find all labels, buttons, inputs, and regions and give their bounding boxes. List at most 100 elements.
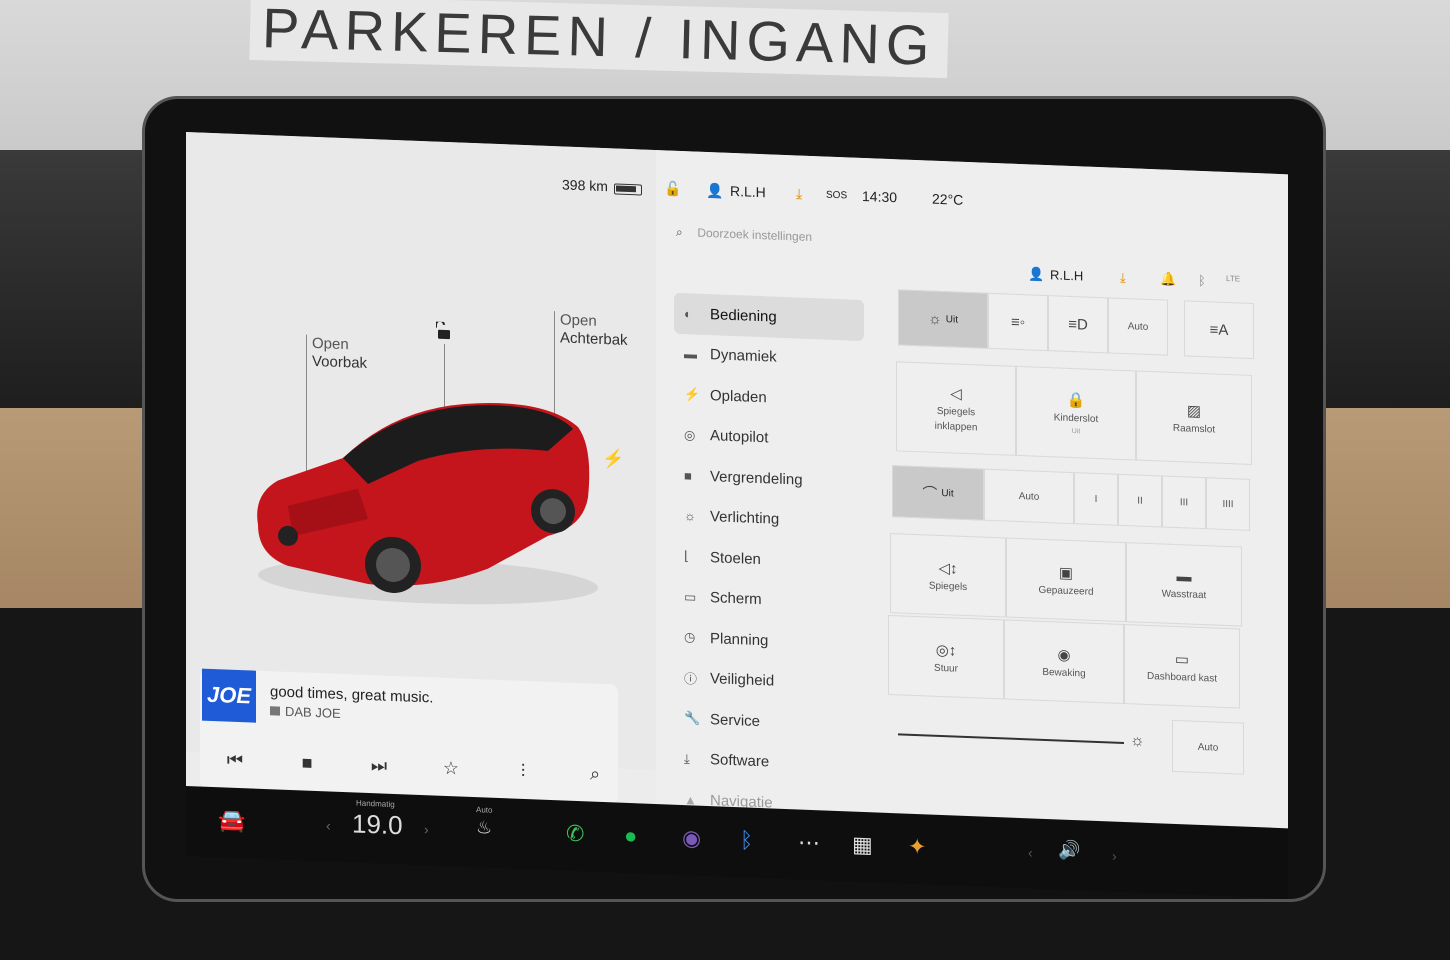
more-apps-icon[interactable]: ⋯ [798,830,820,857]
download-icon[interactable]: ⤓ [1120,270,1126,286]
menu-label: Planning [710,629,769,650]
lte-label: LTE [1226,273,1241,284]
parking-lights-button[interactable]: ≡◦ [988,292,1048,352]
wipers-level-1-button[interactable]: I [1074,472,1118,526]
status-bar: 🔓 👤 R.L.H ⤓ SOS 14:30 22°C [656,180,1288,228]
temp-down-icon[interactable]: ‹ [326,817,331,833]
low-beam-button[interactable]: ≡D [1048,295,1108,354]
unlock-icon[interactable] [436,321,452,341]
auto-high-beam-button[interactable]: ≡A [1184,300,1254,360]
brightness-auto-label: Auto [1197,741,1219,754]
glovebox-icon: ▭ [1174,650,1190,669]
volume-down-icon[interactable]: ‹ [1028,844,1033,860]
next-icon[interactable]: ⏭ [364,755,394,777]
light-off-icon: ☼ [928,310,942,328]
search-icon[interactable]: ⌕ [580,763,610,785]
locks-row: ◁ Spiegels inklappen 🔒 Kinderslot Uit ▨ Raams… [896,361,1252,465]
clock: 14:30 [862,187,898,206]
menu-item-stoelen[interactable]: ⌊ Stoelen [674,536,874,584]
phone-icon[interactable]: ✆ [566,821,584,848]
car-icon[interactable]: 🚘 [218,807,245,834]
wipers-level-4-button[interactable]: IIII [1206,477,1250,531]
favorite-icon[interactable]: ☆ [436,758,466,780]
toybox-icon[interactable]: ✦ [908,834,926,861]
brightness-slider[interactable] [898,733,1124,745]
frunk-label: Voorbak [312,352,368,372]
volume-up-icon[interactable]: › [1112,848,1117,864]
menu-item-bediening[interactable]: ◐ Bediening [674,292,864,341]
fold-mirrors-line2: inklappen [934,420,978,434]
status-user[interactable]: R.L.H [730,183,766,200]
download-icon[interactable]: ⤓ [796,185,802,202]
profile-user[interactable]: R.L.H [1050,267,1083,283]
adjust-row-2: ◎↕ Stuur ◉ Bewaking ▭ Dashboard kast [888,614,1240,709]
light-icon: ☼ [684,508,696,524]
menu-item-vergrendeling[interactable]: ■ Vergrendeling [674,455,874,503]
lights-off-label: Uit [945,313,958,326]
sentry-icon: ◉ [1057,645,1071,664]
stop-icon[interactable]: ■ [292,752,322,774]
touchscreen: 398 km Open Voorbak Open Achterbak ⚡ JOE… [186,132,1288,847]
window-lock-button[interactable]: ▨ Raamslot [1136,370,1252,465]
menu-item-planning[interactable]: ◷ Planning [674,617,874,665]
car-panel: 398 km Open Voorbak Open Achterbak ⚡ JOE… [186,132,656,805]
previous-icon[interactable]: ⏮ [220,749,250,771]
equalizer-icon[interactable]: ⫶ [508,760,538,782]
track-source: DAB JOE [270,703,341,721]
fold-mirrors-line1: Spiegels [936,405,976,419]
display-icon: ▭ [684,588,697,605]
lock-status-icon[interactable]: 🔓 [664,180,681,198]
search-field[interactable]: ⌕ Doorzoek instellingen [676,225,1026,264]
wipers-level-label: II [1137,495,1143,507]
frunk-button[interactable]: Open Voorbak [312,335,367,373]
lights-auto-button[interactable]: Auto [1108,297,1168,356]
wipers-level-3-button[interactable]: III [1162,475,1206,530]
seat-heater-icon[interactable]: ♨ [476,817,492,839]
search-icon: ⌕ [676,224,683,240]
spotify-icon[interactable]: ● [624,823,637,850]
brightness-auto-button[interactable]: Auto [1172,719,1244,775]
volume-icon[interactable]: 🔊 [1058,839,1080,861]
bell-icon[interactable]: 🔔 [1160,271,1176,288]
glovebox-button[interactable]: ▭ Dashboard kast [1124,624,1240,709]
media-player: JOE good times, great music. DAB JOE ⏮ ■… [200,668,618,805]
sos-label[interactable]: SOS [826,190,847,202]
child-lock-button[interactable]: 🔒 Kinderslot Uit [1016,365,1136,461]
track-title: good times, great music. [270,683,434,707]
calendar-icon[interactable]: ▦ [852,832,873,859]
menu-label: Vergrendeling [710,467,803,489]
menu-label: Bediening [710,305,777,326]
steering-adjust-button[interactable]: ◎↕ Stuur [888,614,1004,700]
outside-temperature: 22°C [932,190,964,208]
profile-icon[interactable]: 👤 [706,182,723,200]
menu-item-opladen[interactable]: ⚡ Opladen [674,374,874,422]
wipers-level-2-button[interactable]: II [1118,473,1162,528]
dab-icon [270,706,280,716]
sign-text: PARKEREN / INGANG [249,0,949,79]
battery-icon [614,183,642,196]
cabin-temperature[interactable]: 19.0 [352,808,403,841]
dashcam-button[interactable]: ▣ Gepauzeerd [1006,537,1126,623]
wipers-auto-button[interactable]: Auto [984,468,1074,525]
wrench-icon: 🔧 [684,710,701,727]
fold-mirrors-button[interactable]: ◁ Spiegels inklappen [896,361,1016,456]
bluetooth-icon[interactable]: ᛒ [1198,273,1206,288]
trunk-button[interactable]: Open Achterbak [560,311,628,350]
bluetooth-icon[interactable]: ᛒ [740,827,753,854]
menu-label: Service [710,710,761,730]
temp-up-icon[interactable]: › [424,821,429,837]
mirror-adjust-icon: ◁↕ [938,559,958,578]
clock-icon: ◷ [684,629,696,645]
adjust-row-1: ◁↕ Spiegels ▣ Gepauzeerd ▬ Wasstraat [890,533,1242,627]
sentry-button[interactable]: ◉ Bewaking [1004,619,1124,705]
lights-off-button[interactable]: ☼ Uit [898,289,988,349]
wipers-auto-label: Auto [1018,490,1040,503]
mirrors-adjust-button[interactable]: ◁↕ Spiegels [890,533,1006,618]
wipers-off-button[interactable]: ⌒ Uit [892,465,984,521]
lights-auto-label: Auto [1127,320,1149,333]
camera-icon[interactable]: ◉ [682,825,701,852]
car-wash-button[interactable]: ▬ Wasstraat [1126,542,1242,627]
menu-item-service[interactable]: 🔧 Service [674,698,874,746]
profile-icon[interactable]: 👤 [1028,266,1044,283]
settings-panel: 🔓 👤 R.L.H ⤓ SOS 14:30 22°C ⌕ Doorzoek in… [656,150,1288,847]
